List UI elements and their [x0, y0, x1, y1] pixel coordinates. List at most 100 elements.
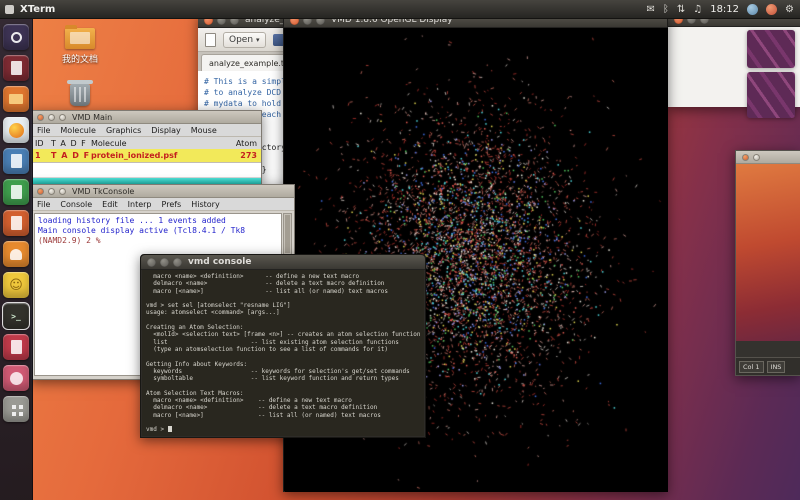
user-menu-icon[interactable]	[747, 3, 759, 15]
terminal-line: usage: atomselect <command> [args...]	[146, 309, 280, 317]
header-atoms: Atom	[235, 138, 257, 148]
menu-interp[interactable]: Interp	[128, 200, 152, 209]
vmd-main-window[interactable]: VMD Main File Molecule Graphics Display Mous…	[30, 110, 262, 186]
close-button[interactable]	[742, 153, 749, 161]
terminal-line: macro [<name>] -- list all (or named) te…	[146, 411, 381, 419]
launcher-item-files[interactable]	[3, 86, 29, 112]
launcher-item-libreoffice-impress[interactable]	[3, 210, 29, 236]
terminal-line: keywords -- keywords for selection's get…	[146, 367, 410, 375]
unity-launcher: ☺ >_	[0, 19, 33, 500]
terminal-line: (type an atomselection function to see a…	[146, 345, 389, 353]
session-menu-icon[interactable]	[766, 3, 778, 15]
launcher-items: ☺ >_	[2, 24, 30, 422]
close-button[interactable]	[37, 113, 44, 121]
window-title: VMD Main	[72, 112, 113, 122]
molecule-list-empty	[31, 162, 261, 177]
menu-file[interactable]: File	[37, 200, 50, 209]
insert-mode-indicator: INS	[766, 360, 786, 373]
vmd-console-text[interactable]: macro <name> <definition> -- define a ne…	[142, 270, 424, 436]
gear-icon[interactable]: ⚙	[785, 4, 794, 15]
molecule-row[interactable]: 1 T A D F protein_ionized.psf 273	[31, 149, 261, 162]
menu-mouse[interactable]: Mouse	[191, 126, 217, 135]
maximize-button[interactable]	[59, 187, 66, 195]
terminal-line: macro <name> <definition> -- define a ne…	[146, 397, 352, 405]
dash-home-icon	[10, 31, 22, 43]
mail-icon[interactable]: ✉	[646, 4, 654, 15]
close-button[interactable]	[37, 187, 44, 195]
titlebar[interactable]: VMD Main	[31, 111, 261, 124]
menu-graphics[interactable]: Graphics	[106, 126, 141, 135]
launcher-item-firefox[interactable]	[3, 117, 29, 143]
open-button[interactable]: Open ▾	[223, 31, 266, 48]
row-flags: T A D F	[51, 151, 91, 160]
launcher-item-dash-home[interactable]	[3, 24, 29, 50]
terminal-line: list -- list existing atom selection fun…	[146, 338, 399, 346]
scrollbar-thumb[interactable]	[285, 215, 290, 253]
minimize-button[interactable]	[160, 257, 169, 267]
maximize-button[interactable]	[173, 257, 182, 267]
titlebar[interactable]: vmd console	[141, 255, 425, 270]
launcher-item-workspace-switcher[interactable]	[3, 396, 29, 422]
launcher-item-app-pink[interactable]	[3, 365, 29, 391]
titlebar[interactable]: VMD TkConsole	[31, 185, 294, 198]
minimize-button[interactable]	[48, 113, 55, 121]
files-icon	[9, 94, 23, 104]
text-cursor	[167, 426, 172, 433]
folder-icon	[65, 25, 95, 49]
terminal-line: macro [<name>] -- list all (or named) te…	[146, 287, 389, 295]
tray-glyphs: ✉ ᛒ ⇅ ♫	[646, 4, 702, 15]
minimize-button[interactable]	[48, 187, 55, 195]
background-window-editor[interactable]: Col 1 INS	[735, 150, 800, 376]
bluetooth-icon[interactable]: ᛒ	[663, 4, 669, 15]
app-icon	[5, 4, 14, 14]
console-line: (NAMD2.9) 2 %	[38, 236, 101, 245]
maximize-button[interactable]	[59, 113, 66, 121]
menu-display[interactable]: Display	[151, 126, 181, 135]
app-pink-icon	[9, 371, 23, 385]
menu-prefs[interactable]: Prefs	[162, 200, 182, 209]
launcher-item-app-red[interactable]	[3, 334, 29, 360]
clock[interactable]: 18:12	[710, 4, 739, 15]
menu-console[interactable]: Console	[60, 200, 92, 209]
launcher-item-app-maroon[interactable]	[3, 55, 29, 81]
vmd-main-menubar: File Molecule Graphics Display Mouse	[31, 124, 261, 137]
menu-edit[interactable]: Edit	[102, 200, 118, 209]
launcher-item-libreoffice-calc[interactable]	[3, 179, 29, 205]
minimize-button[interactable]	[753, 153, 760, 161]
menu-file[interactable]: File	[37, 126, 50, 135]
vmd-console-window[interactable]: vmd console macro <name> <definition> --…	[140, 254, 426, 438]
app-red-icon	[10, 340, 22, 354]
open-label: Open	[229, 34, 254, 45]
trash-icon	[67, 80, 93, 106]
menu-molecule[interactable]: Molecule	[60, 126, 96, 135]
terminal-line: macro <name> <definition> -- define a ne…	[146, 273, 360, 280]
new-document-icon[interactable]	[205, 32, 216, 47]
terminal-prompt[interactable]: vmd >	[146, 426, 420, 433]
firefox-icon	[8, 122, 24, 138]
system-tray: ✉ ᛒ ⇅ ♫ 18:12 ⚙	[646, 3, 800, 15]
editor-status-bar: Col 1 INS	[736, 357, 800, 375]
volume-icon[interactable]: ♫	[693, 4, 702, 15]
titlebar[interactable]	[736, 151, 800, 164]
app-maroon-icon	[10, 61, 22, 75]
tkconsole-menubar: File Console Edit Interp Prefs History	[31, 198, 294, 211]
network-icon[interactable]: ⇅	[677, 4, 685, 15]
row-molecule: protein_ionized.psf	[91, 151, 178, 160]
menu-history[interactable]: History	[191, 200, 219, 209]
close-button[interactable]	[147, 257, 156, 267]
header-flags: T A D F	[51, 138, 87, 148]
header-id: ID	[35, 138, 44, 148]
launcher-item-terminal[interactable]: >_	[2, 302, 30, 330]
launcher-item-libreoffice-writer[interactable]	[3, 148, 29, 174]
launcher-item-software-center[interactable]	[3, 241, 29, 267]
window-title: VMD TkConsole	[72, 186, 135, 196]
desktop-icon-documents[interactable]: 我的文档	[52, 25, 108, 65]
active-app-title: XTerm	[20, 3, 56, 15]
launcher-item-ubuntu-one[interactable]: ☺	[3, 272, 29, 298]
software-center-icon	[10, 248, 22, 260]
terminal-line: delmacro <name> -- delete a text macro d…	[146, 404, 378, 412]
